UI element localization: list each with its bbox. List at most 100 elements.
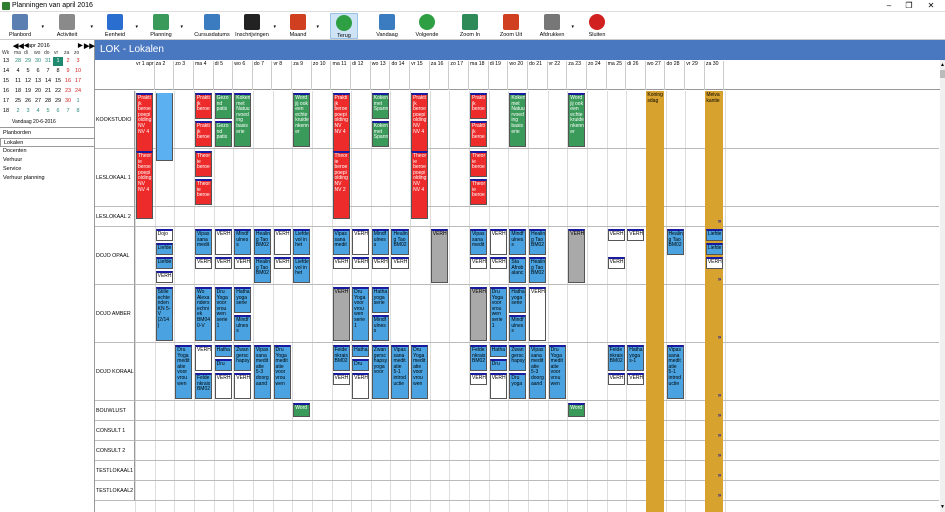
planning-event[interactable]: Dru yoga [509, 373, 527, 399]
more-events-icon[interactable]: » [718, 453, 721, 459]
toolbar-maand-button[interactable]: Maand ▾ [283, 13, 319, 39]
planning-event[interactable]: Dru Yoga voor vrou wen serie 1 [489, 287, 507, 341]
planning-event[interactable]: VERH [705, 257, 723, 269]
more-events-icon[interactable]: » [718, 413, 721, 419]
close-button[interactable]: ✕ [924, 1, 938, 11]
planning-event[interactable]: Felde nkrais BM02 [332, 345, 350, 371]
planning-event[interactable]: Healin g Tao BM02 [529, 257, 547, 283]
day-header[interactable]: ma 18 [469, 61, 489, 90]
room-label[interactable]: LESLOKAAL 1 [95, 149, 135, 207]
planning-event[interactable]: Dru [214, 359, 232, 371]
planning-event[interactable]: Word jij ook een echte kruide nkenn er [568, 93, 586, 147]
planning-event[interactable]: VERH [489, 229, 507, 255]
planning-event[interactable]: VERH [234, 257, 252, 269]
planning-event[interactable]: VERH [214, 257, 232, 269]
calendar-day[interactable]: 6 [33, 67, 43, 76]
day-header[interactable]: zo 17 [449, 61, 469, 90]
planning-event[interactable]: Prakti jk beroe [470, 121, 488, 147]
room-label[interactable]: BOUWLUST [95, 401, 135, 421]
calendar-day[interactable]: 17 [73, 77, 83, 86]
planning-event[interactable]: VERH [332, 373, 350, 385]
planning-event[interactable]: Koken met Natuu rvoed ing basis erie [509, 93, 527, 147]
planning-event[interactable]: VERH [627, 373, 645, 385]
more-events-icon[interactable]: » [718, 219, 721, 225]
calendar-day[interactable]: 12 [23, 77, 33, 86]
planning-event[interactable]: VERH [391, 257, 409, 269]
planning-event[interactable]: Healin g Tao BM02 [253, 257, 272, 283]
planning-event[interactable]: Vipas sana medit atie 5-3 doorg aand [529, 345, 547, 399]
planning-event[interactable]: Dru Yoga medit atie voor vrou wen [175, 345, 193, 399]
planning-event[interactable]: VERH [194, 257, 213, 269]
planning-event[interactable]: Hatha yoga s-1 [627, 345, 645, 371]
planning-event[interactable]: Mindf ulnes s [234, 229, 252, 255]
calendar-day[interactable]: 4 [33, 107, 43, 116]
calendar-day[interactable]: 5 [23, 67, 33, 76]
planning-event[interactable]: Liefde vol in het [293, 257, 311, 283]
planning-event[interactable]: Healin g Tao BM02 [253, 229, 272, 255]
day-header[interactable]: ma 4 [194, 61, 214, 90]
next-month-button[interactable]: ▶ [78, 42, 83, 49]
calendar-day[interactable]: 16 [63, 77, 73, 86]
planning-event[interactable]: Healin g Tao BM02 [391, 229, 409, 255]
planning-event[interactable]: Vipas sana medit [194, 229, 213, 255]
planning-event[interactable]: Stille echte nden KN 5-V (2/14 ) [155, 287, 173, 341]
menu-item-docenten[interactable]: Docenten [0, 147, 95, 156]
calendar-day[interactable]: 25 [13, 97, 23, 106]
planning-event[interactable]: Dru Yoga medit atie voor vrou wen [273, 345, 291, 399]
toolbar-terug-button[interactable]: Terug [330, 13, 358, 39]
day-header[interactable]: wo 20 [508, 61, 528, 90]
planning-event[interactable]: Hatha [214, 345, 232, 357]
calendar-day[interactable]: 28 [43, 97, 53, 106]
planning-event[interactable]: VERH [607, 257, 625, 269]
calendar-day[interactable]: 31 [43, 57, 53, 66]
planning-event[interactable]: VERH [273, 229, 291, 255]
calendar-day[interactable]: 5 [43, 107, 53, 116]
planning-event[interactable]: Dru Yoga voor vrou wen serie 1 [352, 287, 370, 341]
more-events-icon[interactable]: » [718, 335, 721, 341]
scroll-thumb[interactable] [940, 70, 945, 78]
planning-event[interactable]: Liefde [155, 243, 173, 255]
planning-event[interactable]: VERH [194, 345, 213, 371]
room-row[interactable] [135, 441, 939, 461]
room-label[interactable]: TESTLOKAAL2 [95, 481, 135, 501]
day-header[interactable]: za 30 [705, 61, 725, 90]
planning-event[interactable]: Koken met Natuu rvoed ing basis erie [234, 93, 252, 147]
planning-event[interactable]: VERH [470, 287, 488, 341]
planning-event[interactable]: VERH [332, 257, 350, 269]
planning-event[interactable]: Mindf ulnes s [234, 315, 252, 341]
planning-event[interactable]: Theor ie beroe poepi olding NV NV 4 [411, 151, 429, 219]
prev-year-button[interactable]: ◀◀ [13, 42, 24, 50]
planning-event[interactable] [155, 93, 173, 161]
toolbar-zoom-uit-button[interactable]: Zoom Uit [496, 13, 526, 39]
planning-event[interactable]: VERH [352, 229, 370, 255]
room-label[interactable]: LESLOKAAL 2 [95, 207, 135, 227]
planning-event[interactable]: Word [568, 403, 586, 417]
planning-event[interactable]: Mindf ulnes s [509, 229, 527, 255]
planning-event[interactable]: Felde nkrais BM02 [470, 345, 488, 371]
day-header[interactable]: vr 29 [685, 61, 705, 90]
day-header[interactable]: za 2 [155, 61, 175, 90]
calendar-day[interactable]: 15 [53, 77, 63, 86]
more-events-icon[interactable]: » [718, 277, 721, 283]
calendar-day[interactable]: 24 [73, 87, 83, 96]
day-header[interactable]: do 14 [390, 61, 411, 90]
planning-event[interactable]: Prakti jk beroe [194, 93, 213, 119]
day-header[interactable]: wo 27 [646, 61, 666, 90]
planning-event[interactable]: Mindf ulnes s [371, 315, 389, 341]
planning-event[interactable]: Dru [352, 359, 370, 371]
room-label[interactable]: KOOKSTUDIO [95, 91, 135, 149]
vertical-scrollbar[interactable]: ▲ ▼ [940, 60, 945, 512]
room-row[interactable] [135, 401, 939, 421]
dropdown-arrow-icon[interactable]: ▾ [571, 24, 574, 30]
more-events-icon[interactable]: » [718, 433, 721, 439]
holiday-column[interactable]: Meiva kantie [705, 91, 724, 512]
planning-event[interactable]: Vipas sana medit [332, 229, 350, 255]
planning-event[interactable]: VERH [470, 373, 488, 385]
dropdown-arrow-icon[interactable]: ▾ [90, 24, 93, 30]
room-label[interactable]: DOJO AMBER [95, 285, 135, 343]
calendar-day[interactable]: 2 [13, 107, 23, 116]
calendar-day[interactable]: 30 [33, 57, 43, 66]
dropdown-arrow-icon[interactable]: ▾ [316, 24, 319, 30]
planning-event[interactable]: VERH [607, 229, 625, 241]
planning-event[interactable]: Vipas sana medit [470, 229, 488, 255]
